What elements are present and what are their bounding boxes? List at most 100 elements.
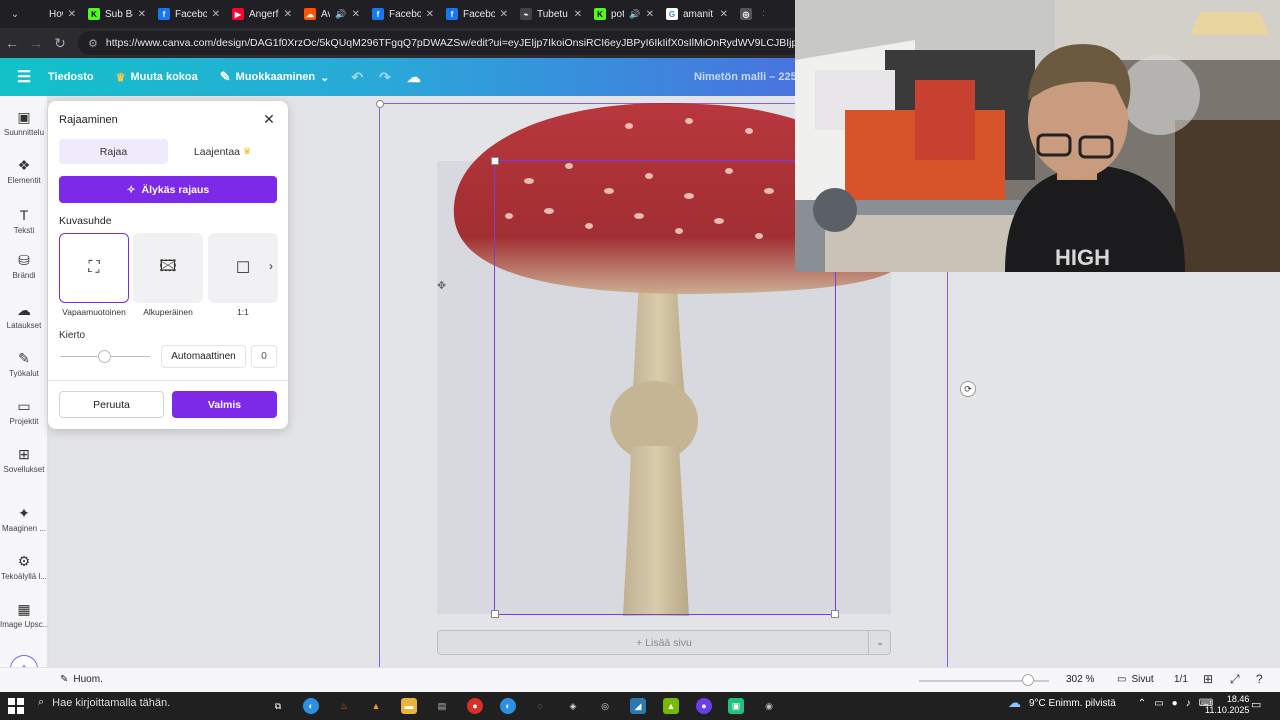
close-tab-icon[interactable]: ✕ [762, 9, 764, 20]
document-title[interactable]: Nimetön malli – 225 × [694, 71, 806, 83]
browser-tab[interactable]: K Sub Ba ✕ [82, 0, 152, 28]
app-icon-3[interactable]: ▲ [368, 698, 384, 714]
chevron-down-icon[interactable]: ⌄ [868, 630, 891, 655]
notes-button[interactable]: ✎ Huom. [60, 674, 103, 685]
browser-tab[interactable]: ◎U✕ [734, 0, 764, 28]
close-tab-icon[interactable]: ✕ [500, 9, 508, 20]
close-tab-icon[interactable]: ✕ [284, 9, 292, 20]
zoom-percentage[interactable]: 302 % [1066, 674, 1094, 685]
aspect-ratio-option[interactable]: ⛶ [59, 233, 129, 303]
microphone-icon[interactable]: ● [1172, 698, 1178, 709]
close-tab-icon[interactable]: ✕ [212, 9, 220, 20]
file-explorer-icon[interactable]: ▬ [401, 698, 417, 714]
app-icon-15[interactable]: ◉ [761, 698, 777, 714]
browser-tab[interactable]: f Facebo ✕ [152, 0, 226, 28]
chrome-icon[interactable]: ● [467, 698, 483, 714]
grid-view-icon[interactable]: ⊞ [1203, 672, 1213, 686]
rotate-icon[interactable]: ⟳ [960, 381, 976, 397]
rail-item[interactable]: ⚙ Tekoälyllä l... [0, 552, 48, 581]
close-tab-icon[interactable]: ✕ [646, 9, 654, 20]
rail-item[interactable]: ✎ Työkalut [0, 349, 48, 378]
taskbar-search[interactable]: ⌕ Hae kirjoittamalla tähän. [38, 696, 170, 709]
speaker-icon[interactable]: 🔊 [629, 9, 640, 20]
app-icon-13[interactable]: ● [696, 698, 712, 714]
forward-arrow-icon[interactable]: → [24, 31, 48, 55]
app-icon-1[interactable]: ◐ [303, 698, 319, 714]
crop-frame[interactable] [491, 157, 839, 618]
notifications-icon[interactable]: ▭ [1251, 698, 1261, 711]
crop-handle-bottom-left[interactable] [491, 610, 499, 618]
browser-tab[interactable]: ☁ Ave 🔊 ✕ [298, 0, 366, 28]
browser-tab[interactable]: ⌁ Tubetu ✕ [514, 0, 588, 28]
cloud-save-icon[interactable]: ☁ [407, 69, 421, 86]
undo-icon[interactable]: ↶ [351, 69, 363, 86]
help-icon[interactable]: ? [1256, 672, 1263, 686]
close-icon[interactable]: ✕ [261, 111, 277, 127]
app-icon-5[interactable]: ▤ [434, 698, 450, 714]
rotation-value-input[interactable]: 0 [251, 345, 277, 368]
auto-rotate-button[interactable]: Automaattinen [161, 345, 246, 368]
volume-icon[interactable]: ♪ [1186, 698, 1191, 709]
tab-expand[interactable]: Laajentaa ♛ [168, 139, 277, 164]
hamburger-menu-icon[interactable]: ☰ [0, 67, 48, 87]
add-page-button[interactable]: + Lisää sivu [437, 630, 891, 655]
speaker-icon[interactable]: 🔊 [335, 9, 346, 20]
image-handle-top-left[interactable] [376, 100, 384, 108]
rail-item[interactable]: ▭ Projektit [0, 397, 48, 426]
aspect-ratio-option[interactable]: ☐ [208, 233, 278, 303]
resize-button[interactable]: ♛ Muuta kokoa [116, 71, 198, 84]
close-tab-icon[interactable]: ✕ [68, 9, 76, 20]
crop-handle-top-left[interactable] [491, 157, 499, 165]
rail-item[interactable]: T Teksti [0, 206, 48, 235]
app-icon-8[interactable]: ◌ [532, 698, 548, 714]
rail-item[interactable]: ▣ Suunnittelu [0, 108, 48, 137]
steam-icon[interactable]: ◎ [597, 698, 613, 714]
tab-crop[interactable]: Rajaa [59, 139, 168, 164]
chevron-right-icon[interactable]: › [269, 259, 273, 273]
rotation-slider-knob[interactable] [98, 350, 111, 363]
app-icon-14[interactable]: ▣ [728, 698, 744, 714]
taskbar-clock[interactable]: 18.46 11.10.2025 [1205, 694, 1249, 716]
cancel-button[interactable]: Peruuta [59, 391, 164, 418]
done-button[interactable]: Valmis [172, 391, 277, 418]
browser-tab[interactable]: Kpot 🔊 ✕ [588, 0, 660, 28]
close-tab-icon[interactable]: ✕ [720, 9, 728, 20]
tab-search-chevron-icon[interactable]: ⌄ [4, 4, 26, 24]
close-tab-icon[interactable]: ✕ [574, 9, 582, 20]
move-icon[interactable]: ✥ [437, 279, 449, 292]
aspect-ratio-option[interactable]: 🖾 [133, 233, 203, 303]
browser-tab[interactable]: ▶ Angerf ✕ [226, 0, 298, 28]
weather-text[interactable]: 9°C Enimm. pilvistä [1029, 698, 1116, 709]
file-menu-button[interactable]: Tiedosto [48, 71, 94, 83]
app-icon-11[interactable]: ◢ [630, 698, 646, 714]
app-icon-7[interactable]: ◐ [500, 698, 516, 714]
rail-item[interactable]: ⊞ Sovellukset [0, 445, 48, 474]
rail-item[interactable]: ⛁ Brändi [0, 251, 48, 280]
browser-tab[interactable]: Gamanit ✕ [660, 0, 734, 28]
app-icon-2[interactable]: ♨ [336, 698, 352, 714]
app-icon-9[interactable]: ◈ [565, 698, 581, 714]
close-tab-icon[interactable]: ✕ [352, 9, 360, 20]
weather-icon[interactable]: ☁ [1008, 695, 1021, 711]
back-arrow-icon[interactable]: ← [0, 31, 24, 55]
pages-button[interactable]: ▭ Sivut [1117, 674, 1154, 685]
reload-icon[interactable]: ↻ [48, 31, 72, 55]
zoom-slider-knob[interactable] [1022, 674, 1035, 686]
browser-tab[interactable]: f Facebo ✕ [366, 0, 440, 28]
fullscreen-icon[interactable]: ⤢ [1230, 672, 1240, 687]
redo-icon[interactable]: ↷ [379, 69, 391, 86]
rail-item[interactable]: ▦ Image Upsc... [0, 600, 48, 629]
chevron-up-icon[interactable]: ⌃ [1138, 698, 1146, 709]
browser-tab[interactable]: f Facebo ✕ [440, 0, 514, 28]
browser-tab[interactable]: How To ✕ [26, 0, 82, 28]
network-icon[interactable]: ▭ [1154, 698, 1163, 709]
task-view-icon[interactable]: ⧉ [270, 698, 286, 714]
crop-handle-bottom-right[interactable] [831, 610, 839, 618]
rail-item[interactable]: ✦ Maaginen ... [0, 504, 48, 533]
windows-start-icon[interactable] [8, 698, 24, 714]
editing-mode-dropdown[interactable]: ✎ Muokkaaminen ⌄ [220, 69, 330, 85]
close-tab-icon[interactable]: ✕ [138, 9, 146, 20]
rail-item[interactable]: ☁ Lataukset [0, 301, 48, 330]
site-settings-icon[interactable]: ⚙ [88, 37, 98, 50]
rail-item[interactable]: ❖ Elementit [0, 156, 48, 185]
